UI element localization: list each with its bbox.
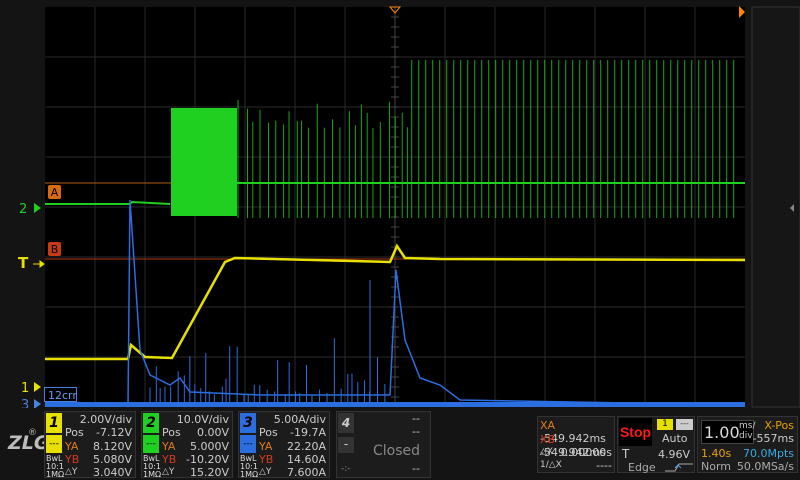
dc-coupling-icon[interactable]: --- xyxy=(46,435,62,453)
ch4-scale: -- xyxy=(412,412,420,425)
yb-label: YB xyxy=(162,453,177,466)
dy-label: △Y xyxy=(162,467,175,477)
pos-label: Pos xyxy=(259,426,278,439)
ch1-badge[interactable]: 1 xyxy=(46,413,62,433)
ch1-dy: 3.040V xyxy=(92,466,132,479)
dy-label: △Y xyxy=(259,467,272,477)
cursor-b-label: B xyxy=(51,243,59,256)
ch2-burst xyxy=(171,108,237,216)
trigger-level-value: 4.96V xyxy=(657,448,690,461)
timebase-unit-bottom: div xyxy=(739,431,753,441)
trigger-level-label-text: T xyxy=(622,447,630,461)
trigger-level-arrow-icon[interactable] xyxy=(33,260,45,268)
ch2-scale[interactable]: 10.0V/div xyxy=(177,413,229,426)
dc-coupling-icon[interactable]: --- xyxy=(240,435,256,453)
ch4-status: Closed xyxy=(373,443,421,459)
ch3-ya: 22.20A xyxy=(286,440,326,453)
timebase-unit-top: ms/ xyxy=(739,421,756,431)
ch4-value: -- xyxy=(412,462,420,475)
dx-value: 0.00000s xyxy=(560,446,612,459)
run-stop-button[interactable]: Stop xyxy=(619,418,652,446)
ch1-scale[interactable]: 2.00V/div xyxy=(80,413,132,426)
math-label: 12crr xyxy=(48,389,77,402)
sample-rate: 50.0MSa/s xyxy=(736,460,794,473)
ch1-ground-marker-icon[interactable] xyxy=(34,382,41,392)
ch4-pos: -- xyxy=(412,425,420,438)
pos-label: Pos xyxy=(162,426,181,439)
ch1-marker-label: 1 xyxy=(21,381,29,396)
ch3-dy: 7.600A xyxy=(286,466,326,479)
ch2-marker-label: 2 xyxy=(19,202,27,217)
xpos-value: -557ms xyxy=(752,432,794,445)
ch3-ground-marker-icon[interactable] xyxy=(34,399,41,408)
ya-label: YA xyxy=(65,440,79,453)
registered-mark: ® xyxy=(28,428,37,438)
ch4-badge[interactable]: 4 xyxy=(338,413,354,433)
timebase-panel[interactable]: 1.00 ms/ div X-Pos -557ms 1.40s 70.0Mpts… xyxy=(697,416,798,473)
ch3-baseline xyxy=(45,402,745,407)
ch4-panel[interactable]: 4 -- -- - Closed -:- -- xyxy=(336,411,431,478)
input-impedance: 1MΩ xyxy=(240,470,259,479)
dx-label: △X xyxy=(540,447,554,457)
ch2-badge[interactable]: 2 xyxy=(143,413,159,433)
ch1-ya: 8.120V xyxy=(92,440,132,453)
inv-dx-label: 1/△X xyxy=(540,460,562,470)
cursor-panel[interactable]: XA -549.942ms XB -549.942ms △X 0.00000s … xyxy=(537,416,615,473)
input-impedance: 1MΩ xyxy=(46,470,65,479)
ch3-yb: 14.60A xyxy=(286,453,326,466)
trigger-type[interactable]: Edge xyxy=(628,461,656,474)
memory-depth: 70.0Mpts xyxy=(742,447,794,460)
ch3-badge[interactable]: 3 xyxy=(240,413,256,433)
ch1-pos: -7.12V xyxy=(96,426,132,439)
pos-label: Pos xyxy=(65,426,84,439)
ch3-scale[interactable]: 5.00A/div xyxy=(274,413,326,426)
yb-label: YB xyxy=(259,453,274,466)
dc-coupling-icon[interactable]: --- xyxy=(143,435,159,453)
ch1-yb: 5.080V xyxy=(92,453,132,466)
trigger-mode[interactable]: Auto xyxy=(662,432,688,445)
ch3-pos: -19.7A xyxy=(290,426,326,439)
yb-label: YB xyxy=(65,453,80,466)
cursor-a-label: A xyxy=(51,186,59,199)
ya-label: YA xyxy=(259,440,273,453)
ch3-panel[interactable]: 3 --- BwL 10:1 1MΩ 5.00A/div Pos -19.7A YA 2… xyxy=(238,411,330,479)
acquire-mode[interactable]: Norm xyxy=(701,460,731,473)
ch1-panel[interactable]: 1 --- BwL 10:1 1MΩ 2.00V/div Pos -7.12V YA 8… xyxy=(44,411,136,479)
ch2-pos: 0.00V xyxy=(196,426,229,439)
trigger-source-badge[interactable]: 1 xyxy=(657,419,673,430)
xa-label: XA xyxy=(540,419,556,432)
trigger-coupling-icon[interactable]: --- xyxy=(676,419,693,430)
xb-label: XB xyxy=(540,433,556,446)
input-impedance: 1MΩ xyxy=(143,470,162,479)
inv-dx-value: ---- xyxy=(596,459,612,472)
waveform-display[interactable]: A B 2 T 1 3 12crr xyxy=(0,0,800,408)
trigger-level-label: T xyxy=(18,254,29,272)
ch2-ground-marker-icon[interactable] xyxy=(34,203,41,213)
ch4-icon: -:- xyxy=(341,464,351,474)
timebase-scale-box[interactable]: 1.00 ms/ div xyxy=(701,420,756,444)
ch3-marker-label: 3 xyxy=(21,398,29,408)
record-duration: 1.40s xyxy=(701,447,732,460)
ya-label: YA xyxy=(162,440,176,453)
ch2-yb: -10.20V xyxy=(186,453,229,466)
timebase-scale: 1.00 xyxy=(704,423,740,442)
ch2-panel[interactable]: 2 --- BwL 10:1 1MΩ 10.0V/div Pos 0.00V YA 5.… xyxy=(141,411,233,479)
trigger-panel[interactable]: Stop 1 --- Auto T 4.96V Edge xyxy=(617,416,695,474)
ch2-dy: 15.20V xyxy=(189,466,229,479)
xpos-label: X-Pos xyxy=(764,419,794,432)
dy-label: △Y xyxy=(65,467,78,477)
ch4-coupling[interactable]: - xyxy=(338,437,354,453)
rising-edge-icon xyxy=(665,463,693,472)
ch2-ya: 5.000V xyxy=(189,440,229,453)
